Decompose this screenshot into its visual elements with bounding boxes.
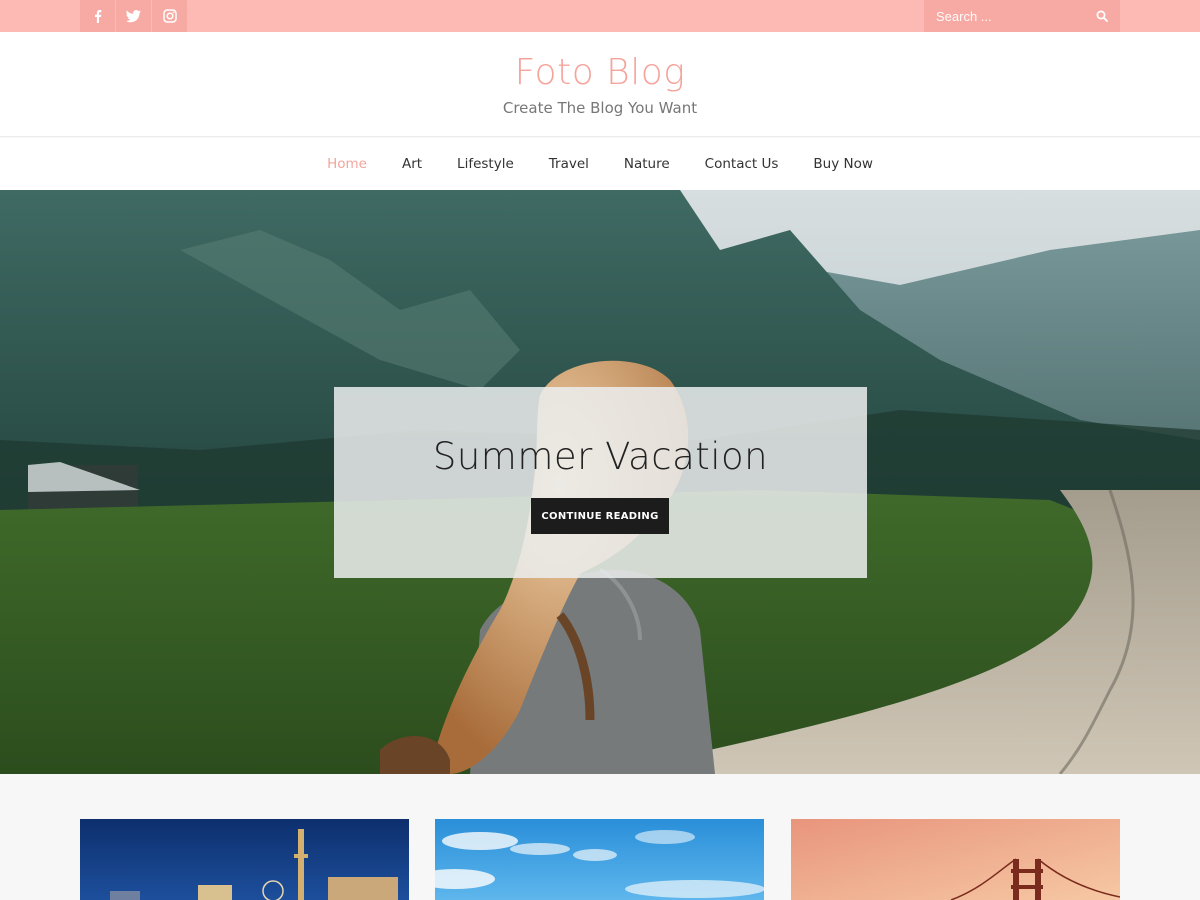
search-box (924, 0, 1120, 32)
city-night-skyline-thumbnail (80, 819, 409, 900)
twitter-link[interactable] (116, 0, 151, 32)
site-header: Foto Blog Create The Blog You Want (0, 32, 1200, 137)
instagram-icon (162, 9, 177, 23)
search-button[interactable] (1084, 0, 1120, 32)
nav-item-contact-us[interactable]: Contact Us (705, 156, 779, 172)
site-title[interactable]: Foto Blog (0, 52, 1200, 93)
posts-grid (0, 774, 1200, 900)
post-card-2[interactable] (435, 819, 764, 900)
hero-slider: Summer Vacation CONTINUE READING (0, 190, 1200, 774)
nav-item-home[interactable]: Home (327, 156, 367, 172)
hero-caption-card: Summer Vacation CONTINUE READING (334, 387, 867, 578)
continue-reading-button[interactable]: CONTINUE READING (531, 498, 669, 534)
main-nav: Home Art Lifestyle Travel Nature Contact… (0, 138, 1200, 190)
post-card-3[interactable] (791, 819, 1120, 900)
social-links (80, 0, 188, 32)
instagram-link[interactable] (152, 0, 187, 32)
search-input[interactable] (924, 0, 1084, 32)
blue-sky-clouds-thumbnail (435, 819, 764, 900)
sunset-bridge-thumbnail (791, 819, 1120, 900)
post-card-1[interactable] (80, 819, 409, 900)
nav-item-buy-now[interactable]: Buy Now (813, 156, 873, 172)
nav-item-travel[interactable]: Travel (549, 156, 589, 172)
top-bar (0, 0, 1200, 32)
nav-item-lifestyle[interactable]: Lifestyle (457, 156, 514, 172)
facebook-icon (94, 10, 101, 23)
search-icon (1096, 10, 1108, 22)
site-tagline: Create The Blog You Want (502, 99, 698, 117)
hero-title[interactable]: Summer Vacation (334, 435, 867, 478)
nav-item-nature[interactable]: Nature (624, 156, 670, 172)
facebook-link[interactable] (80, 0, 115, 32)
nav-item-art[interactable]: Art (402, 156, 422, 172)
twitter-icon (126, 9, 141, 22)
